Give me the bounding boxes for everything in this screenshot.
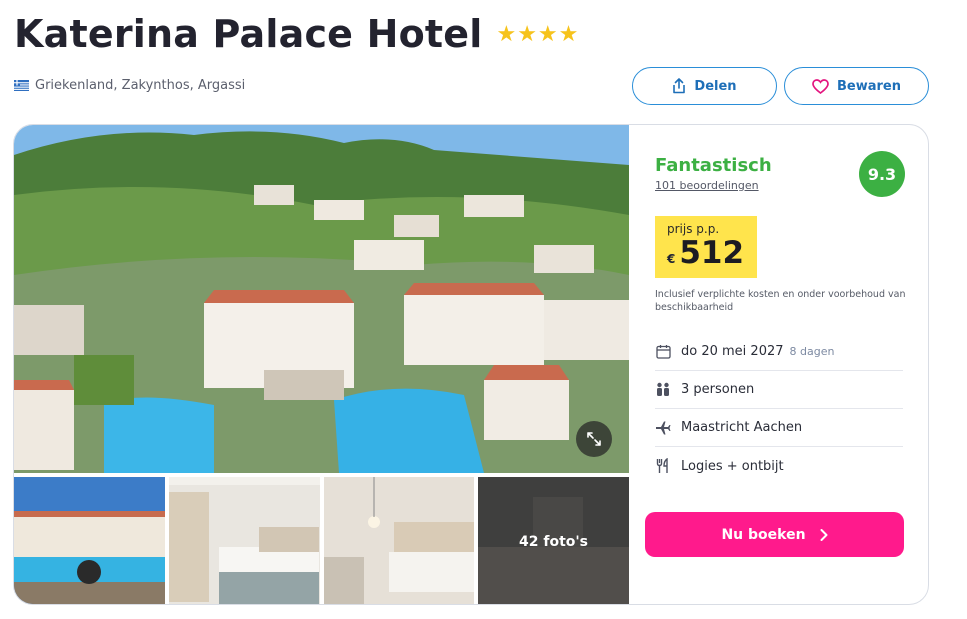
calendar-icon bbox=[655, 344, 671, 360]
pool-image bbox=[14, 477, 165, 604]
expand-photo-button[interactable] bbox=[576, 421, 612, 457]
plane-icon bbox=[655, 420, 671, 436]
reviews-link[interactable]: 101 beoordelingen bbox=[655, 179, 759, 192]
booking-panel: Fantastisch 101 beoordelingen 9.3 prijs … bbox=[629, 125, 928, 604]
departure-row[interactable]: Maastricht Aachen bbox=[655, 409, 903, 447]
price-label: prijs p.p. bbox=[667, 222, 720, 236]
room-image bbox=[169, 477, 320, 604]
thumbnail-room-1[interactable] bbox=[169, 477, 320, 604]
location-text: Griekenland, Zakynthos, Argassi bbox=[35, 78, 246, 93]
share-icon bbox=[673, 78, 686, 94]
star-rating: ★★★★ bbox=[496, 21, 580, 47]
departure-text: Maastricht Aachen bbox=[681, 420, 803, 435]
save-label: Bewaren bbox=[837, 78, 901, 94]
title-row: Katerina Palace Hotel ★★★★ bbox=[14, 12, 579, 56]
persons-row[interactable]: 3 personen bbox=[655, 371, 903, 409]
price-box: prijs p.p. € 512 bbox=[655, 216, 757, 278]
duration-text: 8 dagen bbox=[789, 345, 835, 358]
more-photos-label[interactable]: 42 foto's bbox=[478, 477, 629, 604]
price-amount: 512 bbox=[679, 235, 745, 271]
hotel-title: Katerina Palace Hotel bbox=[14, 12, 483, 56]
price-note: Inclusief verplichte kosten en onder voo… bbox=[655, 289, 906, 313]
date-row[interactable]: do 20 mei 2027 8 dagen bbox=[655, 333, 903, 371]
thumbnail-pool[interactable] bbox=[14, 477, 165, 604]
thumbnail-room-2[interactable] bbox=[324, 477, 474, 604]
heart-icon bbox=[812, 78, 829, 94]
hotel-card: 42 foto's Fantastisch 101 beoordelingen … bbox=[13, 124, 929, 605]
score-badge: 9.3 bbox=[859, 151, 905, 197]
board-row[interactable]: Logies + ontbijt bbox=[655, 447, 903, 485]
share-label: Delen bbox=[694, 78, 737, 94]
thumbnail-lobby[interactable]: 42 foto's bbox=[478, 477, 629, 604]
expand-icon bbox=[587, 432, 601, 446]
room-image bbox=[324, 477, 474, 604]
persons-text: 3 personen bbox=[681, 382, 755, 397]
cutlery-icon bbox=[655, 458, 671, 474]
rating-label: Fantastisch bbox=[655, 155, 772, 176]
location: Griekenland, Zakynthos, Argassi bbox=[14, 78, 245, 93]
persons-icon bbox=[655, 382, 671, 398]
share-button[interactable]: Delen bbox=[632, 67, 777, 105]
hotel-aerial-image bbox=[14, 125, 629, 473]
board-text: Logies + ontbijt bbox=[681, 458, 784, 474]
price-currency: € bbox=[667, 252, 676, 266]
greece-flag-icon bbox=[14, 80, 29, 91]
chevron-right-icon bbox=[820, 528, 828, 541]
main-photo[interactable] bbox=[14, 125, 629, 473]
book-now-button[interactable]: Nu boeken bbox=[645, 512, 904, 557]
book-now-label: Nu boeken bbox=[721, 526, 806, 543]
save-button[interactable]: Bewaren bbox=[784, 67, 929, 105]
date-text: do 20 mei 2027 bbox=[681, 344, 784, 359]
